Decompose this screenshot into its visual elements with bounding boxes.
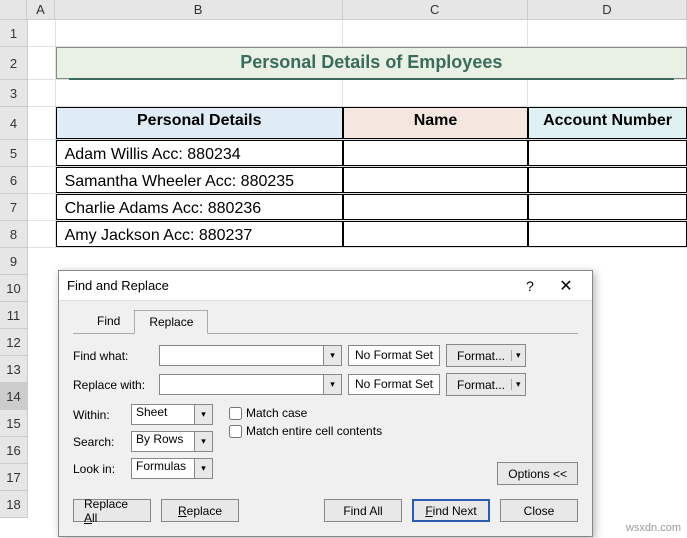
- cell-D7[interactable]: [528, 194, 687, 220]
- replace-button[interactable]: Replace: [161, 499, 239, 522]
- cell-area[interactable]: Personal Details of Employees Personal D…: [28, 20, 687, 248]
- find-format-button[interactable]: Format...▾: [446, 344, 526, 367]
- cell-B8[interactable]: Amy Jackson Acc: 880237: [56, 221, 343, 247]
- row-headers: 1 2 3 4 5 6 7 8 9 10 11 12 13 14 15 16 1…: [0, 20, 28, 518]
- cell-B6[interactable]: Samantha Wheeler Acc: 880235: [56, 167, 343, 193]
- cell-C7[interactable]: [343, 194, 528, 220]
- within-dropdown-icon[interactable]: ▾: [195, 404, 213, 425]
- row-header-4[interactable]: 4: [0, 107, 28, 140]
- col-header-A[interactable]: A: [27, 0, 54, 19]
- chevron-down-icon: ▾: [511, 350, 521, 361]
- dialog-title: Find and Replace: [67, 278, 512, 293]
- sheet-title: Personal Details of Employees: [56, 47, 687, 79]
- find-what-input[interactable]: [159, 345, 324, 366]
- within-select[interactable]: Sheet: [131, 404, 195, 425]
- search-select[interactable]: By Rows: [131, 431, 195, 452]
- cell-B5[interactable]: Adam Willis Acc: 880234: [56, 140, 343, 166]
- cell-C6[interactable]: [343, 167, 528, 193]
- watermark: wsxdn.com: [626, 522, 681, 534]
- col-header-B[interactable]: B: [55, 0, 343, 19]
- lookin-select[interactable]: Formulas: [131, 458, 195, 479]
- row-header-9[interactable]: 9: [0, 248, 28, 275]
- col-header-C[interactable]: C: [343, 0, 528, 19]
- row-header-12[interactable]: 12: [0, 329, 28, 356]
- find-replace-dialog: Find and Replace ? ✕ Find Replace Find w…: [58, 270, 593, 537]
- cell-D6[interactable]: [528, 167, 687, 193]
- row-header-17[interactable]: 17: [0, 464, 28, 491]
- row-header-5[interactable]: 5: [0, 140, 28, 167]
- label-replacewith: Replace with:: [73, 378, 153, 392]
- label-search: Search:: [73, 435, 125, 449]
- replace-format-button[interactable]: Format...▾: [446, 373, 526, 396]
- select-all-corner[interactable]: [0, 0, 27, 19]
- chevron-down-icon: ▾: [511, 379, 521, 390]
- row-header-10[interactable]: 10: [0, 275, 28, 302]
- match-case-checkbox[interactable]: Match case: [229, 406, 382, 420]
- search-dropdown-icon[interactable]: ▾: [195, 431, 213, 452]
- find-format-status: No Format Set: [348, 345, 440, 366]
- cell-C8[interactable]: [343, 221, 528, 247]
- row-header-7[interactable]: 7: [0, 194, 28, 221]
- cell-D5[interactable]: [528, 140, 687, 166]
- sheet-title-text: Personal Details of Employees: [240, 52, 502, 72]
- replace-all-button[interactable]: Replace All: [73, 499, 151, 522]
- tab-replace[interactable]: Replace: [134, 310, 208, 334]
- row-header-15[interactable]: 15: [0, 410, 28, 437]
- row-header-11[interactable]: 11: [0, 302, 28, 329]
- replace-with-input[interactable]: [159, 374, 324, 395]
- find-next-button[interactable]: Find Next: [412, 499, 490, 522]
- cell-D8[interactable]: [528, 221, 687, 247]
- row-header-13[interactable]: 13: [0, 356, 28, 383]
- row-header-1[interactable]: 1: [0, 20, 28, 47]
- column-headers: A B C D: [0, 0, 687, 20]
- close-icon[interactable]: ✕: [548, 276, 584, 296]
- header-details[interactable]: Personal Details: [56, 107, 343, 139]
- row-header-8[interactable]: 8: [0, 221, 28, 248]
- options-button[interactable]: Options <<: [497, 462, 578, 485]
- cell-B7[interactable]: Charlie Adams Acc: 880236: [56, 194, 343, 220]
- close-button[interactable]: Close: [500, 499, 578, 522]
- cell-C5[interactable]: [343, 140, 528, 166]
- row-header-18[interactable]: 18: [0, 491, 28, 518]
- find-what-dropdown-icon[interactable]: ▾: [324, 345, 342, 366]
- lookin-dropdown-icon[interactable]: ▾: [195, 458, 213, 479]
- label-findwhat: Find what:: [73, 349, 153, 363]
- find-all-button[interactable]: Find All: [324, 499, 402, 522]
- row-header-16[interactable]: 16: [0, 437, 28, 464]
- replace-with-dropdown-icon[interactable]: ▾: [324, 374, 342, 395]
- dialog-titlebar[interactable]: Find and Replace ? ✕: [59, 271, 592, 301]
- tab-find[interactable]: Find: [83, 310, 134, 334]
- row-header-2[interactable]: 2: [0, 47, 28, 80]
- row-header-14[interactable]: 14: [0, 383, 28, 410]
- match-cell-checkbox[interactable]: Match entire cell contents: [229, 424, 382, 438]
- help-icon[interactable]: ?: [512, 278, 548, 294]
- dialog-tabs: Find Replace: [73, 309, 578, 334]
- row-header-3[interactable]: 3: [0, 80, 28, 107]
- label-lookin: Look in:: [73, 462, 125, 476]
- header-account[interactable]: Account Number: [528, 107, 687, 139]
- row-header-6[interactable]: 6: [0, 167, 28, 194]
- label-within: Within:: [73, 408, 125, 422]
- col-header-D[interactable]: D: [528, 0, 687, 19]
- header-name[interactable]: Name: [343, 107, 528, 139]
- replace-format-status: No Format Set: [348, 374, 440, 395]
